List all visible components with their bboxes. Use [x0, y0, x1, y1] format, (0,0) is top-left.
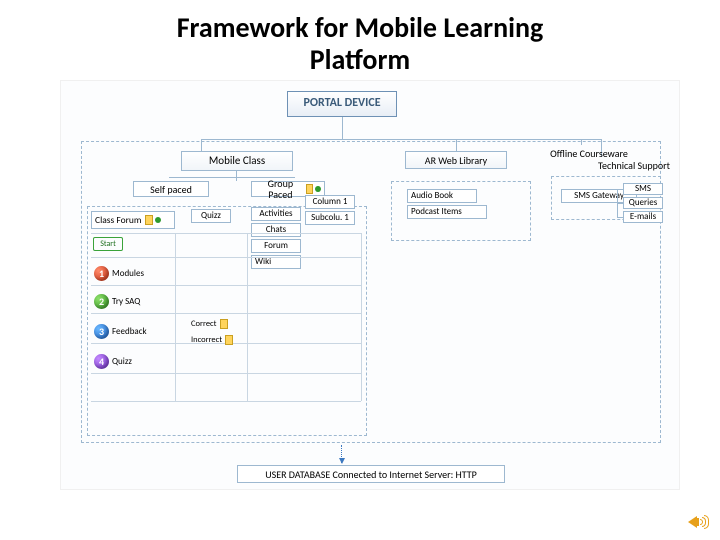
- step-4-icon: 4: [94, 354, 109, 369]
- grid-line: [91, 373, 361, 374]
- grid-line: [91, 313, 361, 314]
- group-paced-label: Group Paced: [256, 178, 305, 200]
- class-forum-box: Class Forum: [91, 211, 175, 229]
- try-saq-row: 2 Try SAQ: [91, 291, 175, 311]
- user-database-box: USER DATABASE Connected to Internet Serv…: [237, 465, 505, 483]
- grid-line: [91, 257, 361, 258]
- connector: [236, 171, 237, 181]
- connector: [201, 139, 601, 140]
- document-icon: [145, 215, 153, 225]
- forum-box: Forum: [251, 239, 301, 253]
- self-paced-box: Self paced: [133, 181, 209, 197]
- speaker-icon: [688, 512, 710, 532]
- column-1-box: Column 1: [305, 195, 355, 209]
- mobile-class-box: Mobile Class: [181, 151, 293, 171]
- title-line-1: Framework for Mobile Learning: [177, 10, 544, 45]
- incorrect-label: Incorrect: [191, 335, 222, 345]
- quizz-row: 4 Quizz: [91, 351, 175, 371]
- start-button[interactable]: Start: [93, 237, 123, 251]
- quizz-box: Quizz: [191, 209, 231, 223]
- grid-line: [91, 285, 361, 286]
- correct-cell: Correct: [191, 317, 245, 331]
- incorrect-cell: Incorrect: [191, 333, 245, 347]
- emails-box: E-mails: [623, 211, 663, 223]
- status-dot-icon: [315, 186, 321, 192]
- grid-line: [247, 233, 248, 401]
- feedback-row: 3 Feedback: [91, 321, 175, 341]
- audio-book-box: Audio Book: [407, 189, 477, 203]
- chats-box: Chats: [251, 223, 301, 237]
- technical-support-label: Technical Support: [595, 157, 673, 173]
- modules-label: Modules: [112, 268, 144, 279]
- grid-line: [91, 401, 361, 402]
- grid-line: [91, 233, 361, 234]
- step-3-icon: 3: [94, 324, 109, 339]
- status-dot-icon: [155, 217, 161, 223]
- ar-web-library-box: AR Web Library: [405, 151, 507, 169]
- podcast-items-box: Podcast Items: [407, 205, 487, 219]
- connector: [617, 189, 618, 218]
- class-forum-label: Class Forum: [95, 215, 142, 225]
- sms-box: SMS: [623, 183, 663, 195]
- grid-line: [175, 233, 176, 401]
- quizz-row-label: Quizz: [112, 356, 132, 367]
- document-icon: [220, 319, 228, 329]
- queries-box: Queries: [623, 197, 663, 209]
- step-2-icon: 2: [94, 294, 109, 309]
- try-saq-label: Try SAQ: [112, 296, 140, 307]
- title-line-2: Platform: [310, 42, 410, 77]
- step-1-icon: 1: [94, 266, 109, 281]
- portal-device-box: PORTAL DEVICE: [287, 91, 397, 117]
- subcolumn-1-box: Subcolu. 1: [305, 211, 355, 225]
- grid-line: [361, 233, 362, 401]
- feedback-label: Feedback: [112, 326, 147, 337]
- modules-row: 1 Modules: [91, 263, 175, 283]
- arrow-down-icon: [341, 445, 342, 463]
- diagram-canvas: PORTAL DEVICE Mobile Class AR Web Librar…: [60, 80, 680, 490]
- document-icon: [306, 184, 314, 194]
- document-icon: [225, 335, 233, 345]
- connector: [342, 117, 343, 139]
- page-title: Framework for Mobile Learning Platform: [0, 0, 720, 80]
- correct-label: Correct: [191, 319, 217, 329]
- activities-box: Activities: [251, 207, 301, 221]
